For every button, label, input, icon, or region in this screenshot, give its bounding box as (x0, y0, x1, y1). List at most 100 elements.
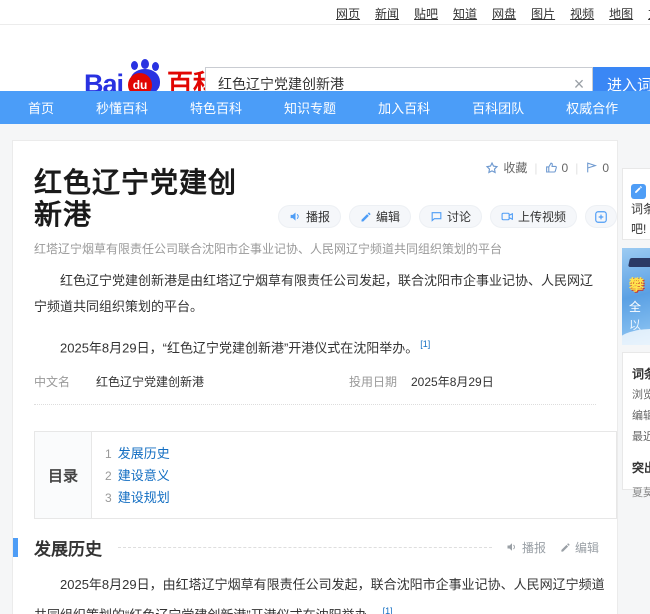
entry-actions: 收藏 | 0 | 0 (485, 159, 609, 176)
info-row-launch-date: 投用日期 2025年8月29日 (349, 373, 494, 390)
add-button[interactable] (585, 205, 617, 228)
edit-button[interactable]: 编辑 (349, 205, 411, 228)
nav-miaodong[interactable]: 秒懂百科 (96, 98, 148, 117)
section-edit-button[interactable]: 编辑 (560, 539, 599, 556)
edit-prompt-line: 吧! (631, 219, 650, 239)
entry-card: 收藏 | 0 | 0 红色辽宁党建创新港 播报 (12, 140, 618, 614)
contributor-user-link[interactable]: 夏莫 (632, 484, 650, 500)
top-nav-bar: 网页 新闻 贴吧 知道 网盘 图片 视频 地图 文库 (0, 0, 650, 25)
share-button[interactable]: 0 (585, 161, 609, 175)
nav-quanwei[interactable]: 权威合作 (566, 98, 618, 117)
like-count: 0 (562, 161, 569, 175)
title-row: 红色辽宁党建创新港 播报 编辑 讨论 (34, 167, 617, 231)
section-broadcast-button[interactable]: 播报 (506, 539, 546, 556)
toc-number: 2 (105, 469, 112, 483)
toc-link: 建设意义 (118, 468, 170, 483)
favorite-button[interactable]: 收藏 (485, 159, 527, 176)
nav-team[interactable]: 百科团队 (472, 98, 524, 117)
favorite-label: 收藏 (503, 159, 527, 176)
info-value: 红色辽宁党建创新港 (96, 373, 204, 390)
speaker-icon (289, 210, 302, 223)
info-row-chinese-name: 中文名 红色辽宁党建创新港 (34, 373, 349, 390)
reference-link[interactable]: [1] (420, 339, 430, 349)
top-nav-news[interactable]: 新闻 (375, 5, 399, 22)
section-header: 发展历史 播报 编辑 (13, 535, 617, 559)
table-of-contents: 目录 1 发展历史 2 建设意义 3 建设规划 (34, 431, 617, 519)
section-broadcast-label: 播报 (522, 539, 546, 556)
top-nav-tieba[interactable]: 贴吧 (414, 5, 438, 22)
like-button[interactable]: 0 (545, 161, 569, 175)
toc-items: 1 发展历史 2 建设意义 3 建设规划 (92, 432, 170, 518)
edit-prompt-box[interactable]: 词条 吧! (622, 168, 650, 240)
section-divider (118, 547, 492, 548)
banner-cloud-decoration (622, 329, 650, 345)
discuss-label: 讨论 (447, 208, 471, 225)
top-nav-zhidao[interactable]: 知道 (453, 5, 477, 22)
summary-paragraph-2: 2025年8月29日，“红色辽宁党建创新港”开港仪式在沈阳举办。[1] (34, 331, 605, 361)
entry-subtitle: 红塔辽宁烟草有限责任公司联合沈阳市企事业记协、人民网辽宁频道共同组织策划的平台 (34, 240, 596, 257)
divider: | (534, 161, 537, 175)
broadcast-button[interactable]: 播报 (278, 205, 341, 228)
broadcast-label: 播报 (306, 208, 330, 225)
top-nav-images[interactable]: 图片 (531, 5, 555, 22)
stats-row-recent: 最近 (632, 430, 650, 445)
stats-header: 词条 (632, 365, 650, 382)
toc-link: 发展历史 (118, 446, 170, 461)
baike-nav-bar: 首页 秒懂百科 特色百科 知识专题 加入百科 百科团队 权威合作 (0, 91, 650, 124)
thumbs-up-icon (545, 161, 558, 174)
toc-title: 目录 (35, 432, 92, 518)
info-label: 投用日期 (349, 373, 411, 390)
toc-item-history[interactable]: 1 发展历史 (105, 443, 170, 465)
toc-item-planning[interactable]: 3 建设规划 (105, 487, 170, 509)
section-accent-bar (13, 538, 18, 557)
section-text: 2025年8月29日，由红塔辽宁烟草有限责任公司发起，联合沈阳市企事业记协、人民… (34, 577, 605, 614)
speaker-icon (506, 541, 518, 553)
reference-link[interactable]: [1] (383, 606, 393, 614)
share-icon (585, 161, 598, 174)
basic-info-table: 中文名 红色辽宁党建创新港 投用日期 2025年8月29日 (34, 373, 596, 405)
banner-text-line: 全 (629, 298, 641, 315)
edit-pencil-icon (631, 184, 646, 199)
star-icon (485, 161, 499, 175)
top-nav-pan[interactable]: 网盘 (492, 5, 516, 22)
discuss-button[interactable]: 讨论 (419, 205, 482, 228)
info-label: 中文名 (34, 373, 96, 390)
toc-link: 建设规划 (118, 490, 170, 505)
contributors-header: 突出 (632, 459, 650, 476)
section-title: 发展历史 (34, 535, 102, 560)
chat-bubble-icon (430, 210, 443, 223)
info-value: 2025年8月29日 (411, 373, 494, 390)
summary-paragraph-2-text: 2025年8月29日，“红色辽宁党建创新港”开港仪式在沈阳举办。 (60, 340, 418, 355)
plus-square-icon (594, 210, 608, 224)
upload-video-label: 上传视频 (518, 208, 566, 225)
header: Bai du 百科 × 进入词条 (0, 25, 650, 91)
right-sidebar: 词条 吧! 攀 全 以 词条 浏览 编辑 最近 突出 夏莫 (622, 168, 650, 490)
toc-number: 1 (105, 447, 112, 461)
nav-join[interactable]: 加入百科 (378, 98, 430, 117)
summary-paragraph-1: 红色辽宁党建创新港是由红塔辽宁烟草有限责任公司发起，联合沈阳市企事业记协、人民网… (34, 268, 605, 320)
divider: | (575, 161, 578, 175)
toc-item-significance[interactable]: 2 建设意义 (105, 465, 170, 487)
video-camera-icon (501, 210, 514, 223)
top-nav-web[interactable]: 网页 (336, 5, 360, 22)
section-history: 发展历史 播报 编辑 2025年8月29日，由红塔辽宁烟草有限责任公司发起，联合 (13, 535, 617, 614)
section-edit-label: 编辑 (575, 539, 599, 556)
search-input[interactable] (206, 76, 566, 92)
top-nav-links: 网页 新闻 贴吧 知道 网盘 图片 视频 地图 文库 (336, 5, 650, 22)
section-paragraph: 2025年8月29日，由红塔辽宁烟草有限责任公司发起，联合沈阳市企事业记协、人民… (34, 572, 605, 614)
content-area: 收藏 | 0 | 0 红色辽宁党建创新港 播报 (0, 124, 650, 614)
upload-video-button[interactable]: 上传视频 (490, 205, 577, 228)
top-nav-map[interactable]: 地图 (609, 5, 633, 22)
pencil-icon (560, 542, 571, 553)
share-count: 0 (602, 161, 609, 175)
promo-banner[interactable]: 攀 全 以 (622, 248, 650, 345)
nav-home[interactable]: 首页 (28, 98, 54, 117)
nav-zhishi[interactable]: 知识专题 (284, 98, 336, 117)
entry-stats-box: 词条 浏览 编辑 最近 突出 夏莫 (622, 352, 650, 490)
edit-label: 编辑 (376, 208, 400, 225)
nav-tese[interactable]: 特色百科 (190, 98, 242, 117)
baidu-baike-page: 网页 新闻 贴吧 知道 网盘 图片 视频 地图 文库 Bai du 百科 × 进… (0, 0, 650, 614)
toc-number: 3 (105, 491, 112, 505)
top-nav-video[interactable]: 视频 (570, 5, 594, 22)
stats-row-views: 浏览 (632, 388, 650, 403)
